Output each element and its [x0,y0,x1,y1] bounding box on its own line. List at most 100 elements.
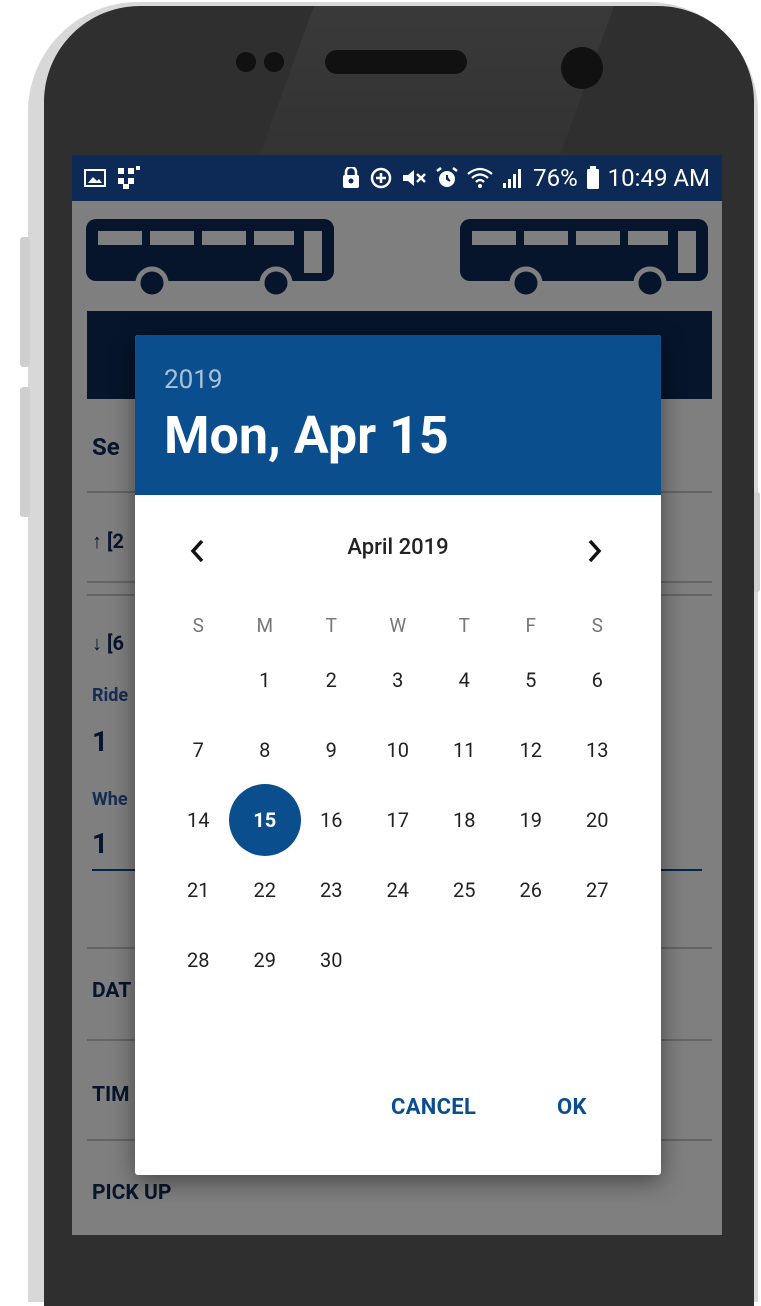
lock-icon [343,167,360,188]
day-cell[interactable]: 9 [298,715,365,785]
day-number: 19 [519,808,542,832]
day-cell[interactable]: 8 [232,715,299,785]
weekday-header: W [389,613,407,637]
day-number: 3 [392,668,404,692]
day-cell[interactable]: 3 [365,645,432,715]
status-time: 10:49 AM [607,164,710,192]
day-cell[interactable]: 17 [365,785,432,855]
empty-day-cell [165,645,232,715]
calendar-grid: S M T W T F S 1 2 3 4 5 6 7 8 9 10 11 12 13 14 15 16 17 18 19 20 21… [165,605,631,995]
day-cell[interactable]: 11 [431,715,498,785]
status-bar: 76% 10:49 AM [72,155,722,201]
day-number: 23 [320,878,343,902]
battery-percent: 76% [533,164,578,192]
day-number: 13 [586,738,609,762]
empty-day-cell [564,925,631,995]
battery-icon [586,166,599,189]
empty-day-cell [365,925,432,995]
day-number: 25 [453,878,476,902]
day-number: 10 [386,738,409,762]
mute-icon [403,170,426,186]
day-number: 20 [586,808,609,832]
ok-button[interactable]: OK [557,1095,587,1120]
weekday-header: T [458,613,470,637]
day-number: 30 [320,948,343,972]
day-cell[interactable]: 27 [564,855,631,925]
status-left-icons [84,166,142,190]
day-cell[interactable]: 29 [232,925,299,995]
day-cell[interactable]: 22 [232,855,299,925]
day-number: 8 [259,738,271,762]
empty-day-cell [498,925,565,995]
cancel-button[interactable]: CANCEL [391,1095,476,1120]
alarm-icon [436,167,458,187]
camera-lens-icon [561,47,603,89]
weekday-header: S [192,613,204,637]
day-number: 14 [187,808,210,832]
day-cell[interactable]: 7 [165,715,232,785]
day-cell[interactable]: 4 [431,645,498,715]
day-number: 1 [259,668,271,692]
selected-date-label[interactable]: Mon, Apr 15 [164,405,449,466]
day-cell[interactable]: 13 [564,715,631,785]
date-picker-header: 2019 Mon, Apr 15 [135,335,661,495]
day-cell[interactable]: 10 [365,715,432,785]
image-icon [84,169,106,187]
chevron-right-icon [588,539,602,563]
day-number: 6 [591,668,603,692]
sensor-icon [264,52,284,72]
day-number: 28 [187,948,210,972]
date-picker-dialog: 2019 Mon, Apr 15 April 2019 SMTWTFS12345… [135,335,661,1175]
volume-button [20,237,30,367]
day-cell[interactable]: 28 [165,925,232,995]
phone-screen: 76% 10:49 AM 2019 Mon, Apr 15 April 2019… [72,155,722,1235]
weekday-header: S [591,613,603,637]
wifi-icon [467,167,493,188]
day-number: 12 [519,738,542,762]
day-cell[interactable]: 1 [232,645,299,715]
day-number: 29 [253,948,276,972]
day-number: 11 [453,738,476,762]
day-number: 27 [586,878,609,902]
day-number: 4 [458,668,470,692]
day-number: 24 [386,878,409,902]
day-number: 18 [453,808,476,832]
status-right-icons: 76% 10:49 AM [341,164,710,192]
day-number: 17 [386,808,409,832]
day-number: 26 [519,878,542,902]
next-month-button[interactable] [575,531,615,571]
day-cell[interactable]: 21 [165,855,232,925]
day-cell[interactable]: 5 [498,645,565,715]
day-cell[interactable]: 18 [431,785,498,855]
selected-day-cell[interactable]: 15 [228,784,301,856]
weekday-header: M [256,613,274,637]
day-number: 16 [320,808,343,832]
day-cell[interactable]: 25 [431,855,498,925]
data-saver-icon [370,167,392,189]
day-number: 2 [325,668,337,692]
day-cell[interactable]: 12 [498,715,565,785]
day-cell[interactable]: 14 [165,785,232,855]
day-cell[interactable]: 20 [564,785,631,855]
day-number: 15 [253,808,277,832]
day-cell[interactable]: 19 [498,785,565,855]
volume-button-2 [20,387,30,517]
day-number: 9 [325,738,337,762]
year-label[interactable]: 2019 [164,365,222,395]
empty-day-cell [431,925,498,995]
day-number: 22 [253,878,276,902]
day-cell[interactable]: 23 [298,855,365,925]
day-cell[interactable]: 26 [498,855,565,925]
day-cell[interactable]: 16 [298,785,365,855]
signal-icon [503,169,522,188]
day-number: 5 [525,668,537,692]
day-number: 7 [192,738,204,762]
day-cell[interactable]: 30 [298,925,365,995]
day-cell[interactable]: 2 [298,645,365,715]
weekday-header: F [525,613,536,637]
weekday-header: T [325,613,337,637]
day-cell[interactable]: 6 [564,645,631,715]
day-cell[interactable]: 24 [365,855,432,925]
earpiece-speaker [325,50,467,74]
front-camera-icon [236,52,256,72]
